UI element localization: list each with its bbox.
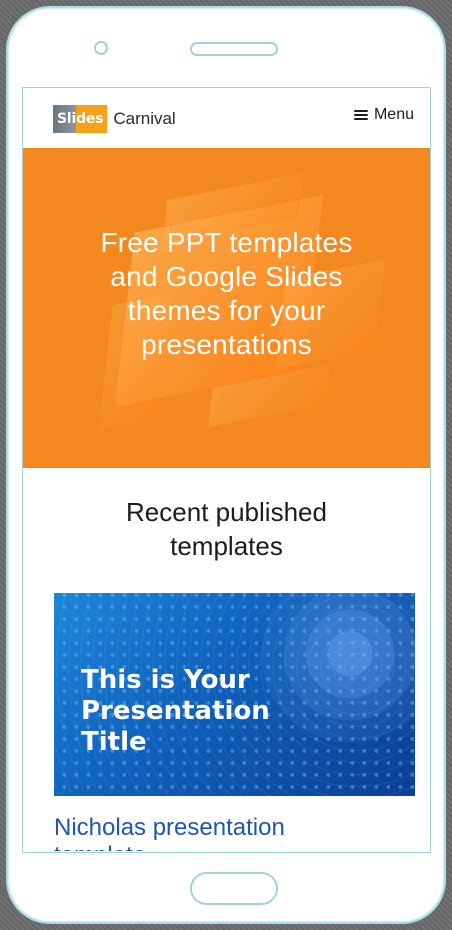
site-header: Sli des Carnival Menu bbox=[23, 88, 430, 148]
recent-templates-heading: Recent published templates bbox=[126, 497, 327, 561]
hero-banner: Free PPT templates and Google Slides the… bbox=[23, 148, 430, 468]
hamburger-menu-icon bbox=[353, 109, 368, 121]
logo-slides-right: des bbox=[76, 105, 108, 133]
menu-button[interactable]: Menu bbox=[353, 106, 414, 124]
logo-carnival-text: Carnival bbox=[113, 109, 176, 128]
logo-slides-left: Sli bbox=[53, 105, 76, 133]
template-name-continuation: templates bbox=[54, 841, 144, 851]
logo-mark: Sli des bbox=[53, 105, 108, 133]
phone-frame: Sli des Carnival Menu Free PPT templates … bbox=[6, 6, 446, 924]
template-preview-card[interactable]: This is Your Presentation Title bbox=[54, 593, 415, 796]
phone-screen: Sli des Carnival Menu Free PPT templates … bbox=[22, 87, 431, 853]
speaker-grille bbox=[190, 42, 278, 56]
site-logo[interactable]: Sli des Carnival bbox=[53, 105, 176, 133]
home-button[interactable] bbox=[190, 872, 278, 905]
template-name-link[interactable]: Nicholas presentation bbox=[54, 813, 394, 843]
hero-title: Free PPT templates and Google Slides the… bbox=[100, 227, 353, 360]
front-camera bbox=[94, 41, 108, 55]
menu-label: Menu bbox=[373, 106, 414, 123]
template-preview-title: This is Your Presentation Title bbox=[81, 665, 270, 757]
